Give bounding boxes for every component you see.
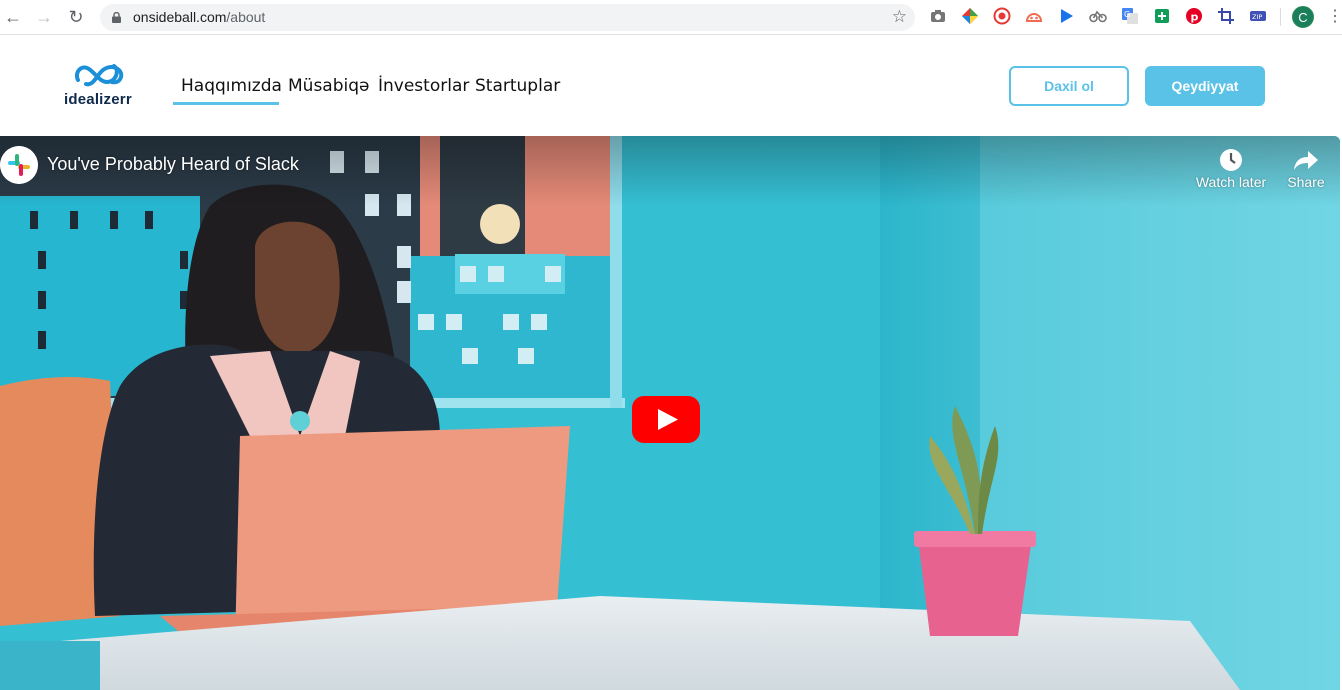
- record-icon[interactable]: [993, 7, 1011, 25]
- share-arrow-icon: [1294, 151, 1318, 170]
- browser-menu-icon[interactable]: ⋮: [1327, 6, 1342, 28]
- fox-icon[interactable]: [1025, 7, 1043, 25]
- site-header: idealizerr Haqqımızda Müsabiqə İnvestorl…: [0, 36, 1342, 136]
- share-button[interactable]: Share: [1268, 146, 1340, 190]
- pinterest-icon[interactable]: p: [1185, 7, 1203, 25]
- share-label: Share: [1287, 174, 1325, 190]
- address-bar[interactable]: onsideball.com/about ☆: [100, 4, 915, 31]
- video-player[interactable]: You've Probably Heard of Slack Watch lat…: [0, 136, 1340, 690]
- color-wheel-icon[interactable]: [961, 7, 979, 25]
- reload-icon[interactable]: ↻: [65, 6, 87, 28]
- browser-toolbar: ← → ↻ onsideball.com/about ☆ G p ZIP C ⋮: [0, 0, 1342, 35]
- forward-arrow-icon[interactable]: →: [33, 6, 55, 28]
- profile-avatar[interactable]: C: [1292, 6, 1314, 28]
- login-button[interactable]: Daxil ol: [1009, 66, 1129, 106]
- back-arrow-icon[interactable]: ←: [2, 6, 24, 28]
- toolbar-divider: [1280, 8, 1281, 26]
- youtube-play-icon[interactable]: [632, 396, 700, 443]
- translate-icon[interactable]: G: [1121, 7, 1139, 25]
- nav-item-investorlar[interactable]: İnvestorlar: [378, 76, 469, 96]
- clock-icon: [1220, 149, 1242, 171]
- play-triangle-icon[interactable]: [1057, 7, 1075, 25]
- bike-icon[interactable]: [1089, 7, 1107, 25]
- watch-later-label: Watch later: [1195, 174, 1267, 190]
- nav-item-haqqimizda[interactable]: Haqqımızda: [181, 76, 282, 96]
- nav-item-startuplar[interactable]: Startuplar: [475, 76, 560, 96]
- slack-logo-icon[interactable]: [0, 146, 38, 184]
- camera-icon[interactable]: [929, 7, 947, 25]
- crop-icon[interactable]: [1217, 7, 1235, 25]
- video-title[interactable]: You've Probably Heard of Slack: [47, 154, 299, 175]
- infinity-logo-icon: [75, 64, 124, 87]
- bookmark-star-icon[interactable]: ☆: [892, 7, 907, 27]
- active-nav-indicator: [173, 102, 279, 105]
- lock-icon: [112, 12, 121, 23]
- svg-text:G: G: [1124, 10, 1130, 19]
- register-button[interactable]: Qeydiyyat: [1145, 66, 1265, 106]
- svg-text:ZIP: ZIP: [1252, 13, 1262, 21]
- svg-text:p: p: [1191, 11, 1199, 24]
- plus-square-icon[interactable]: [1153, 7, 1171, 25]
- url-text: onsideball.com/about: [133, 9, 266, 25]
- logo-text: idealizerr: [64, 91, 132, 108]
- site-logo[interactable]: idealizerr: [64, 62, 136, 112]
- nav-item-musabiqe[interactable]: Müsabiqə: [288, 76, 369, 96]
- watch-later-button[interactable]: Watch later: [1193, 146, 1269, 190]
- zip-icon[interactable]: ZIP: [1249, 7, 1267, 25]
